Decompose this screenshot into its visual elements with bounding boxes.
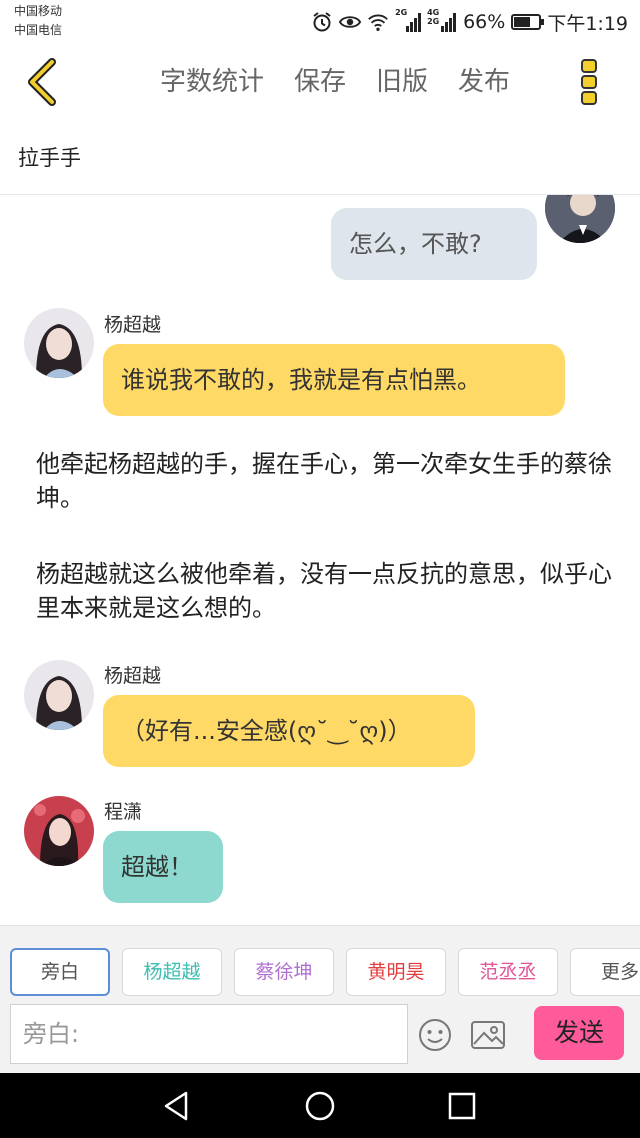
publish-button[interactable]: 发布	[458, 62, 510, 102]
avatar-yangchaoyue[interactable]	[24, 308, 94, 378]
role-tab[interactable]: 杨超越	[122, 948, 222, 996]
nav-recents-icon[interactable]	[445, 1089, 479, 1123]
message-bubble[interactable]: 怎么，不敢?	[331, 208, 537, 280]
message-bubble[interactable]: 超越！	[103, 831, 223, 903]
avatar-caixukun[interactable]	[545, 195, 615, 243]
speaker-name: 杨超越	[104, 665, 162, 687]
signal-icon-2: 4G 2G	[427, 8, 457, 34]
editor-toolbar: 字数统计 保存 旧版 发布	[0, 44, 640, 122]
word-count-button[interactable]: 字数统计	[160, 62, 264, 102]
role-tabs: 旁白 杨超越 蔡徐坤 黄明昊 范丞丞 更多	[10, 948, 640, 996]
clock: 下午1:19	[547, 12, 628, 35]
battery-icon	[511, 14, 545, 30]
signal-icon-1: 2G	[395, 8, 422, 34]
speaker-name: 程潇	[104, 801, 143, 823]
composer-panel: 旁白杨超越蔡徐坤黄明昊范丞丞更多 发送	[0, 925, 640, 1074]
chat-area[interactable]: 怎么，不敢? 杨超越 谁说我不敢的，我就是有点怕黑。 他牵起杨超越的手，握在手心…	[0, 195, 640, 925]
story-title[interactable]: 拉手手	[18, 142, 81, 172]
carrier-1: 中国移动	[14, 4, 63, 18]
nav-back-icon[interactable]	[160, 1089, 194, 1123]
role-tab[interactable]: 旁白	[10, 948, 110, 996]
role-tab[interactable]: 蔡徐坤	[234, 948, 334, 996]
status-icons: 2G 4G 2G 66% 下午1:19	[311, 8, 628, 36]
wifi-icon	[368, 14, 388, 31]
message-bubble[interactable]: 谁说我不敢的，我就是有点怕黑。	[103, 344, 565, 416]
nav-home-icon[interactable]	[303, 1089, 337, 1123]
narration-text[interactable]: 他牵起杨超越的手，握在手心，第一次牵女生手的蔡徐坤。	[36, 447, 616, 515]
role-tab[interactable]: 黄明昊	[346, 948, 446, 996]
message-input[interactable]	[11, 1005, 407, 1063]
battery-percent: 66%	[463, 11, 506, 33]
message-input-box[interactable]	[10, 1004, 408, 1064]
story-title-row[interactable]: 拉手手	[0, 122, 640, 195]
role-tab[interactable]: 更多	[570, 948, 640, 996]
more-menu-icon[interactable]	[574, 54, 604, 110]
old-version-button[interactable]: 旧版	[376, 62, 428, 102]
narration-text[interactable]: 杨超越就这么被他牵着，没有一点反抗的意思，似乎心里本来就是这么想的。	[36, 557, 616, 625]
avatar-yangchaoyue[interactable]	[24, 660, 94, 730]
eye-icon	[339, 16, 362, 28]
speaker-name: 杨超越	[104, 314, 162, 336]
role-tab[interactable]: 范丞丞	[458, 948, 558, 996]
image-icon[interactable]	[470, 1019, 506, 1051]
save-button[interactable]: 保存	[294, 62, 346, 102]
message-bubble[interactable]: （好有...安全感(ღ˘‿˘ღ)）	[103, 695, 475, 767]
send-button[interactable]: 发送	[534, 1006, 624, 1060]
carrier-2: 中国电信	[14, 23, 63, 37]
back-arrow-icon[interactable]	[20, 56, 68, 108]
toolbar-actions: 字数统计 保存 旧版 发布	[160, 62, 540, 102]
system-nav-bar	[0, 1073, 640, 1138]
avatar-chengxiao[interactable]	[24, 796, 94, 866]
status-bar: 中国移动 中国电信 2G 4G 2G 66% 下午1:19	[0, 0, 640, 44]
emoji-icon[interactable]	[417, 1017, 453, 1053]
alarm-icon	[313, 12, 331, 32]
